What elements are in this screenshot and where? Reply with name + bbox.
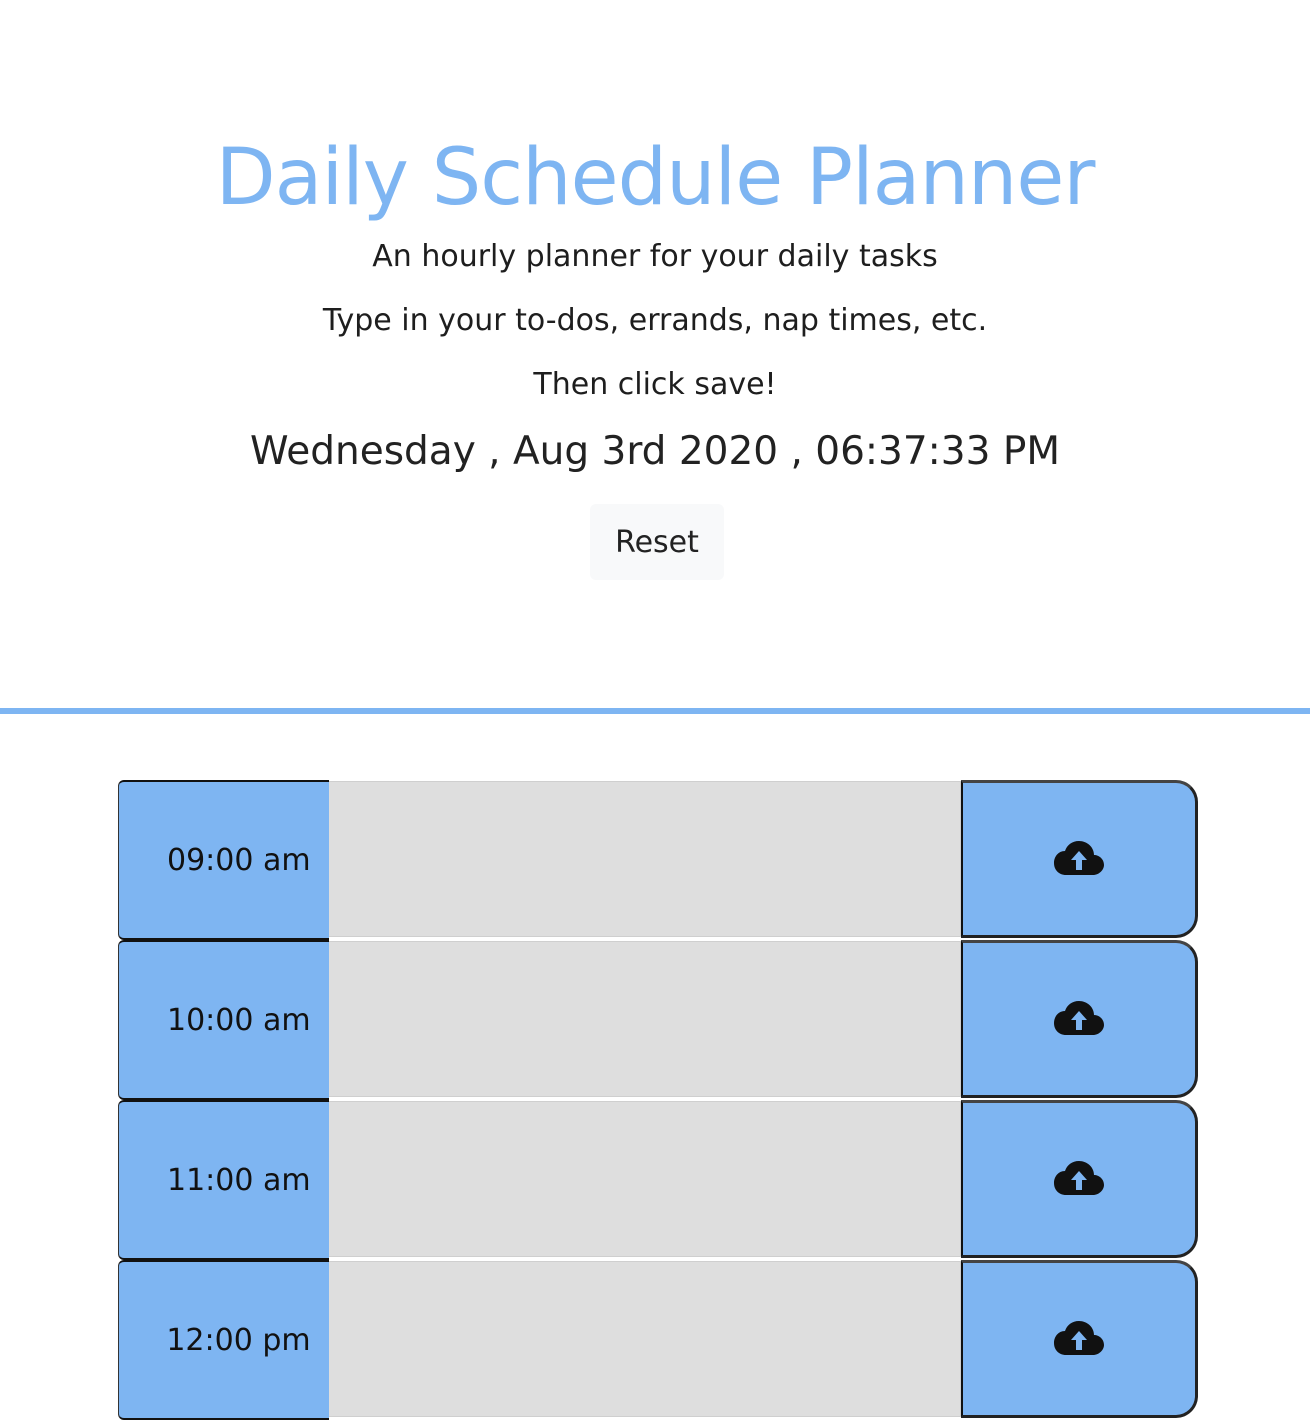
- lead-line-3: Then click save!: [533, 367, 777, 402]
- current-date-time: Wednesday , Aug 3rd 2020 , 06:37:33 PM: [249, 429, 1060, 474]
- task-description-input[interactable]: [328, 1101, 961, 1257]
- hour-label: 10:00 am: [118, 940, 329, 1100]
- save-button[interactable]: [960, 780, 1198, 938]
- hour-label: 09:00 am: [118, 780, 329, 940]
- page-title: Daily Schedule Planner: [215, 133, 1096, 223]
- time-block-row: 11:00 am: [118, 1100, 1198, 1260]
- cloud-upload-icon: [1053, 1001, 1104, 1035]
- reset-button[interactable]: Reset: [590, 504, 724, 580]
- schedule-container: 09:00 am 10:00 am 11:00 am 12:00 pm: [118, 780, 1198, 1420]
- time-block-row: 12:00 pm: [118, 1260, 1198, 1420]
- save-button[interactable]: [960, 940, 1198, 1098]
- lead-line-1: An hourly planner for your daily tasks: [372, 239, 938, 274]
- time-block-row: 09:00 am: [118, 780, 1198, 940]
- cloud-upload-icon: [1053, 841, 1104, 875]
- cloud-upload-icon: [1053, 1321, 1104, 1355]
- save-button[interactable]: [960, 1100, 1198, 1258]
- save-button[interactable]: [960, 1260, 1198, 1418]
- hour-label: 12:00 pm: [118, 1260, 329, 1420]
- task-description-input[interactable]: [328, 1261, 961, 1417]
- page-header: Daily Schedule Planner An hourly planner…: [0, 0, 1310, 708]
- time-block-row: 10:00 am: [118, 940, 1198, 1100]
- lead-line-2: Type in your to-dos, errands, nap times,…: [322, 303, 988, 338]
- task-description-input[interactable]: [328, 941, 961, 1097]
- hour-label: 11:00 am: [118, 1100, 329, 1260]
- task-description-input[interactable]: [328, 781, 961, 937]
- cloud-upload-icon: [1053, 1161, 1104, 1195]
- header-divider: [0, 708, 1310, 714]
